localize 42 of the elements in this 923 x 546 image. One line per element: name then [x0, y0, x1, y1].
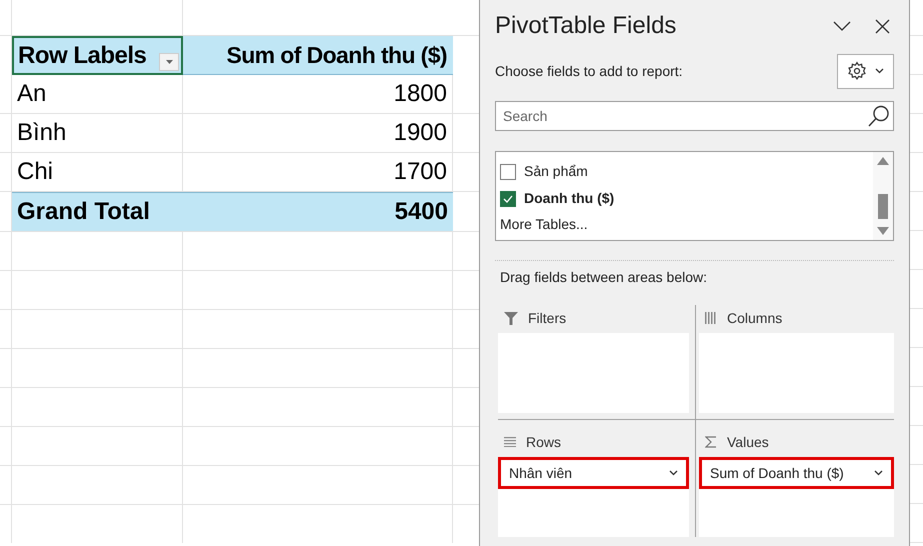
field-item[interactable]: Doanh thu ($) — [500, 185, 873, 212]
instruction-text: Drag fields between areas below: — [499, 268, 708, 287]
chevron-down-icon — [669, 470, 678, 476]
chevron-down-icon — [875, 68, 884, 74]
table-cell: 1900 — [183, 114, 453, 152]
table-cell: Sum of Doanh thu ($) — [183, 36, 453, 75]
area-field[interactable]: Nhân viên — [498, 457, 689, 489]
scroll-thumb[interactable] — [878, 194, 888, 218]
scroll-up-icon[interactable] — [877, 157, 889, 165]
checkmark-icon — [503, 194, 513, 202]
table-cell: Bình — [12, 114, 183, 152]
rows-icon — [504, 437, 516, 447]
area-label: Rows — [526, 432, 562, 452]
area-label: Filters — [528, 308, 566, 328]
table-cell: 1800 — [183, 75, 453, 113]
columns-icon — [705, 312, 717, 324]
table-cell: 1700 — [183, 153, 453, 191]
funnel-icon — [504, 312, 518, 324]
field-item[interactable]: Sản phẩm — [500, 158, 873, 185]
area-field[interactable]: Sum of Doanh thu ($) — [699, 457, 894, 489]
checkbox[interactable] — [500, 190, 516, 206]
area-label: Values — [727, 432, 769, 452]
more-tables-link[interactable]: More Tables... — [500, 214, 873, 235]
panel-title: PivotTable Fields — [495, 11, 676, 41]
gear-icon — [847, 61, 867, 81]
area-label: Columns — [727, 308, 782, 328]
caret-icon — [166, 60, 172, 64]
chevron-down-icon — [874, 470, 883, 476]
table-cell: Chi — [12, 153, 183, 191]
filter-dropdown-button[interactable] — [159, 52, 179, 70]
instruction-text: Choose fields to add to report: — [495, 62, 683, 81]
table-cell: Row Labels — [12, 36, 183, 75]
checkbox[interactable] — [500, 164, 516, 180]
search-field[interactable]: Search — [495, 101, 894, 131]
sigma-icon — [705, 436, 717, 448]
search-icon — [868, 105, 890, 127]
scroll-down-icon[interactable] — [877, 227, 889, 235]
table-cell: An — [12, 75, 183, 113]
close-icon[interactable] — [874, 18, 890, 34]
settings-button[interactable] — [837, 54, 894, 88]
table-cell: Grand Total — [12, 192, 183, 231]
table-cell: 5400 — [183, 192, 453, 231]
